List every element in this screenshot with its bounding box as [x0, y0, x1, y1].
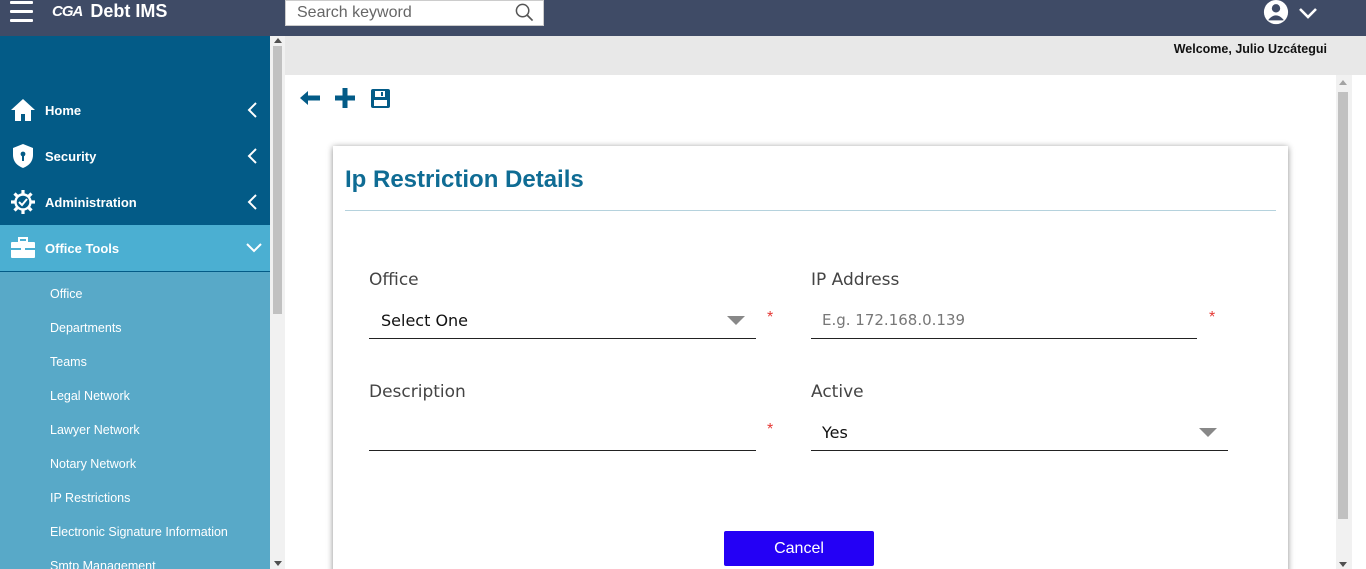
ip-address-underline	[811, 338, 1197, 339]
save-disk-icon	[370, 88, 390, 108]
search-box	[285, 0, 544, 26]
office-underline	[369, 338, 756, 339]
scrollbar-thumb[interactable]	[273, 46, 282, 314]
ip-restriction-card: Ip Restriction Details Office Select One…	[333, 146, 1288, 569]
submenu-item-ip-restrictions[interactable]: IP Restrictions	[50, 491, 130, 505]
user-avatar-icon[interactable]	[1261, 0, 1291, 26]
search-input[interactable]	[297, 2, 517, 24]
add-plus-icon	[335, 88, 355, 108]
cancel-button[interactable]: Cancel	[724, 531, 874, 566]
submenu-item-legal-network[interactable]: Legal Network	[50, 389, 130, 403]
sidebar-scrollbar[interactable]	[270, 36, 285, 569]
office-tools-submenu: Office Departments Teams Legal Network L…	[0, 272, 270, 569]
chevron-down-icon[interactable]	[1298, 6, 1318, 20]
scroll-up-arrow-icon[interactable]	[274, 38, 282, 43]
active-select[interactable]: Yes	[822, 423, 848, 442]
chevron-left-icon	[247, 148, 257, 164]
add-button[interactable]	[333, 86, 357, 110]
submenu-item-departments[interactable]: Departments	[50, 321, 122, 335]
ip-address-input[interactable]	[822, 309, 1182, 331]
app-logo[interactable]: CGA Debt IMS	[52, 1, 167, 21]
chevron-down-icon	[246, 243, 262, 253]
chevron-left-icon	[247, 102, 257, 118]
required-marker: *	[767, 421, 774, 438]
sidebar-item-office-tools[interactable]: Office Tools	[0, 225, 270, 271]
hamburger-menu-icon[interactable]	[10, 1, 33, 23]
welcome-bar: Welcome, Julio Uzcátegui	[285, 36, 1366, 75]
sidebar-item-label: Security	[45, 148, 97, 164]
shield-icon	[13, 144, 33, 168]
sidebar-item-home[interactable]: Home	[0, 87, 270, 133]
scroll-down-arrow-icon[interactable]	[274, 561, 282, 566]
submenu-item-office[interactable]: Office	[50, 287, 82, 301]
required-marker: *	[767, 309, 774, 326]
sidebar-item-label: Administration	[45, 194, 137, 210]
active-underline	[811, 450, 1228, 451]
chevron-left-icon	[247, 194, 257, 210]
gear-icon	[11, 190, 35, 214]
ip-address-label: IP Address	[811, 270, 900, 290]
description-underline	[369, 450, 756, 451]
description-label: Description	[369, 382, 466, 402]
submenu-item-lawyer-network[interactable]: Lawyer Network	[50, 423, 140, 437]
search-icon[interactable]	[515, 3, 534, 22]
required-marker: *	[1209, 309, 1216, 326]
active-label: Active	[811, 382, 864, 402]
active-dropdown-arrow-icon[interactable]	[1199, 428, 1217, 437]
sidebar-item-label: Home	[45, 102, 82, 118]
page-title: Ip Restriction Details	[345, 166, 584, 193]
app-title: Debt IMS	[90, 0, 168, 21]
sidebar: Home Security Administration Office Tool…	[0, 36, 270, 569]
sidebar-item-administration[interactable]: Administration	[0, 179, 270, 225]
submenu-item-smtp-management[interactable]: Smtp Management	[50, 559, 156, 569]
scroll-down-arrow-icon[interactable]	[1339, 562, 1347, 567]
title-divider	[345, 210, 1276, 211]
description-input[interactable]	[381, 421, 751, 443]
office-select[interactable]: Select One	[381, 311, 468, 330]
top-bar: CGA Debt IMS	[0, 0, 1366, 36]
logo-mark: CGA	[52, 2, 83, 20]
sidebar-item-label: Office Tools	[45, 240, 120, 256]
submenu-item-electronic-signature[interactable]: Electronic Signature Information	[50, 525, 228, 539]
scrollbar-thumb[interactable]	[1338, 92, 1348, 519]
submenu-item-teams[interactable]: Teams	[50, 355, 87, 369]
submenu-item-notary-network[interactable]: Notary Network	[50, 457, 136, 471]
briefcase-icon	[11, 237, 35, 258]
office-dropdown-arrow-icon[interactable]	[727, 316, 745, 325]
back-button[interactable]	[298, 86, 322, 110]
main-scrollbar[interactable]	[1336, 75, 1352, 569]
welcome-text: Welcome, Julio Uzcátegui	[1173, 42, 1327, 56]
sidebar-item-security[interactable]: Security	[0, 133, 270, 179]
save-button[interactable]	[368, 86, 392, 110]
office-label: Office	[369, 270, 419, 290]
scroll-up-arrow-icon[interactable]	[1339, 80, 1347, 85]
home-icon	[11, 99, 35, 121]
back-arrow-icon	[300, 91, 320, 105]
